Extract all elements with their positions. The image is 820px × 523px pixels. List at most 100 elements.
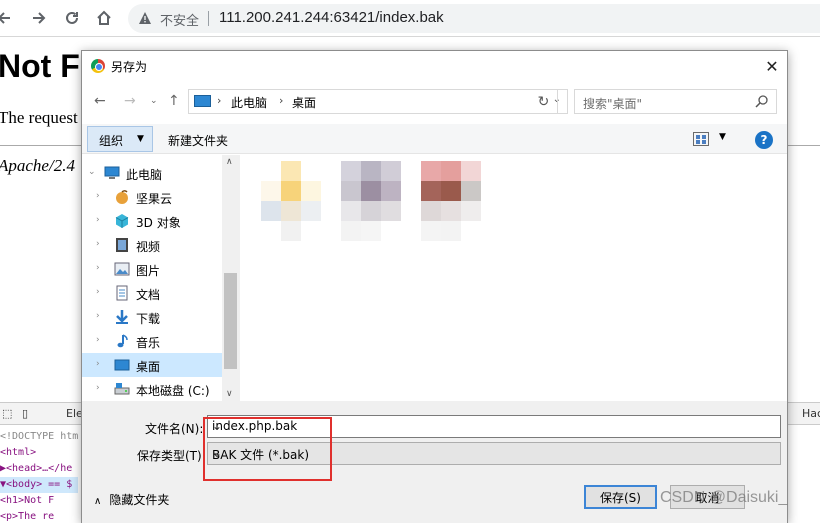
search-placeholder: 搜索"桌面" — [583, 97, 643, 111]
back-icon[interactable]: ← — [94, 93, 106, 109]
scroll-up-icon[interactable]: ∧ — [226, 157, 233, 167]
expand-icon[interactable]: › — [96, 359, 100, 369]
dom-line[interactable]: ▼<body> == $ — [0, 477, 79, 493]
refresh-button[interactable]: ↻ — [530, 89, 558, 114]
expand-icon[interactable]: › — [96, 287, 100, 297]
expand-icon[interactable]: › — [96, 191, 100, 201]
file-list[interactable] — [241, 155, 787, 401]
search-input[interactable]: 搜索"桌面" — [574, 89, 777, 114]
nav-item-label: 文档 — [136, 288, 161, 302]
page-footer: Apache/2.4 — [0, 156, 75, 175]
nav-item-label: 视频 — [136, 240, 161, 254]
tab-right[interactable]: Hac — [802, 407, 820, 420]
drive-icon — [114, 381, 130, 397]
annotation-highlight — [203, 417, 332, 481]
nav-item-label: 3D 对象 — [136, 216, 181, 230]
save-button[interactable]: 保存(S) — [584, 485, 657, 509]
file-thumbnail[interactable] — [341, 161, 421, 241]
organize-label: 组织 — [99, 134, 124, 148]
dom-line[interactable]: <!DOCTYPE htm — [0, 429, 78, 445]
video-icon — [114, 237, 130, 253]
home-icon[interactable] — [92, 6, 116, 30]
expand-icon[interactable]: › — [96, 215, 100, 225]
nav-item-label: 音乐 — [136, 336, 161, 350]
documents-icon — [114, 285, 130, 301]
nav-item-this-pc[interactable]: ⌄ 此电脑 — [82, 161, 222, 185]
address-row: ← → ⌄ ↑ › 此电脑 › 桌面 ⌄ ↻ 搜索"桌面" — [82, 87, 787, 117]
help-icon[interactable]: ? — [755, 131, 773, 149]
back-icon[interactable] — [0, 6, 16, 30]
chevron-right-icon[interactable]: › — [279, 94, 283, 107]
chevron-up-icon: ∧ — [94, 496, 102, 507]
filename-label: 文件名(N): — [145, 422, 204, 436]
file-thumbnail[interactable] — [421, 161, 501, 241]
inspect-icon[interactable]: ⬚ — [2, 407, 12, 420]
warning-icon[interactable] — [138, 11, 152, 28]
caret-down-icon[interactable]: ▼ — [719, 132, 726, 142]
scroll-down-icon[interactable]: ∨ — [226, 389, 233, 399]
chrome-icon — [91, 59, 105, 73]
nav-item-3d-objects[interactable]: › 3D 对象 — [82, 209, 222, 233]
nav-item-pictures[interactable]: › 图片 — [82, 257, 222, 281]
device-toggle-icon[interactable]: ▯ — [22, 407, 28, 420]
refresh-icon: ↻ — [537, 93, 550, 110]
file-thumbnail[interactable] — [261, 161, 341, 241]
nav-item-label: 桌面 — [136, 360, 161, 374]
music-icon — [114, 333, 130, 349]
expand-icon[interactable]: › — [96, 335, 100, 345]
pictures-icon — [114, 261, 130, 277]
breadcrumb-item[interactable]: 桌面 — [292, 94, 316, 111]
address-bar[interactable]: 不安全 111.200.241.244:63421/index.bak — [128, 4, 820, 33]
new-folder-button[interactable]: 新建文件夹 — [168, 132, 228, 149]
expand-icon[interactable]: › — [96, 311, 100, 321]
caret-down-icon: ▼ — [137, 134, 144, 144]
search-icon — [755, 94, 769, 111]
nav-item-nutstore[interactable]: › 坚果云 — [82, 185, 222, 209]
hide-folders-toggle[interactable]: ∧ 隐藏文件夹 — [94, 491, 169, 508]
dialog-titlebar[interactable]: 另存为 ✕ — [82, 51, 787, 81]
nav-item-documents[interactable]: › 文档 — [82, 281, 222, 305]
browser-toolbar: 不安全 111.200.241.244:63421/index.bak — [0, 0, 820, 37]
nav-item-local-disk[interactable]: › 本地磁盘 (C:) — [82, 377, 222, 401]
filetype-label: 保存类型(T): — [137, 449, 206, 463]
expand-icon[interactable]: › — [96, 263, 100, 273]
url-text[interactable]: 111.200.241.244:63421/index.bak — [219, 9, 444, 26]
recent-locations-icon[interactable]: ⌄ — [150, 96, 158, 106]
view-options-icon[interactable] — [693, 132, 709, 146]
divider — [208, 11, 209, 26]
collapse-icon[interactable]: ⌄ — [88, 167, 96, 177]
dom-line[interactable]: ▶<head>…</he — [0, 461, 78, 477]
nav-item-label: 坚果云 — [136, 192, 173, 206]
dom-line[interactable]: <html> — [0, 445, 78, 461]
reload-icon[interactable] — [60, 6, 84, 30]
expand-icon[interactable]: › — [96, 239, 100, 249]
download-icon — [114, 309, 130, 325]
chevron-right-icon[interactable]: › — [217, 94, 221, 107]
3d-objects-icon — [114, 213, 130, 229]
forward-icon[interactable] — [27, 6, 51, 30]
up-icon[interactable]: ↑ — [168, 93, 180, 109]
desktop-icon — [114, 357, 130, 373]
breadcrumb[interactable]: › 此电脑 › 桌面 ⌄ — [188, 89, 568, 114]
expand-icon[interactable]: › — [96, 383, 100, 393]
scroll-thumb[interactable] — [224, 273, 237, 369]
nav-scrollbar[interactable]: ∧ ∨ — [222, 155, 239, 401]
navigation-pane: ⌄ 此电脑 › 坚果云 › 3D 对象 › 视频 › 图片 › 文档 › 下载 … — [82, 155, 240, 401]
nav-item-label: 图片 — [136, 264, 161, 278]
nav-item-music[interactable]: › 音乐 — [82, 329, 222, 353]
nav-item-label: 此电脑 — [126, 168, 163, 182]
close-icon[interactable]: ✕ — [757, 51, 787, 81]
nav-item-downloads[interactable]: › 下载 — [82, 305, 222, 329]
forward-icon[interactable]: → — [124, 93, 136, 109]
breadcrumb-item[interactable]: 此电脑 — [231, 94, 267, 111]
nutstore-icon — [114, 189, 130, 205]
nav-item-videos[interactable]: › 视频 — [82, 233, 222, 257]
dom-line[interactable]: <p>The re — [0, 509, 78, 523]
organize-button[interactable]: 组织 ▼ — [87, 126, 153, 152]
dom-tree: <!DOCTYPE htm <html> ▶<head>…</he ▼<body… — [0, 429, 79, 523]
nav-item-desktop[interactable]: › 桌面 — [82, 353, 222, 377]
save-as-dialog: 另存为 ✕ ← → ⌄ ↑ › 此电脑 › 桌面 ⌄ ↻ 搜索"桌面" 组织 ▼… — [81, 50, 788, 523]
dom-line[interactable]: <h1>Not F — [0, 493, 78, 509]
hide-folders-label: 隐藏文件夹 — [109, 493, 170, 507]
page-heading: Not F — [0, 48, 80, 84]
